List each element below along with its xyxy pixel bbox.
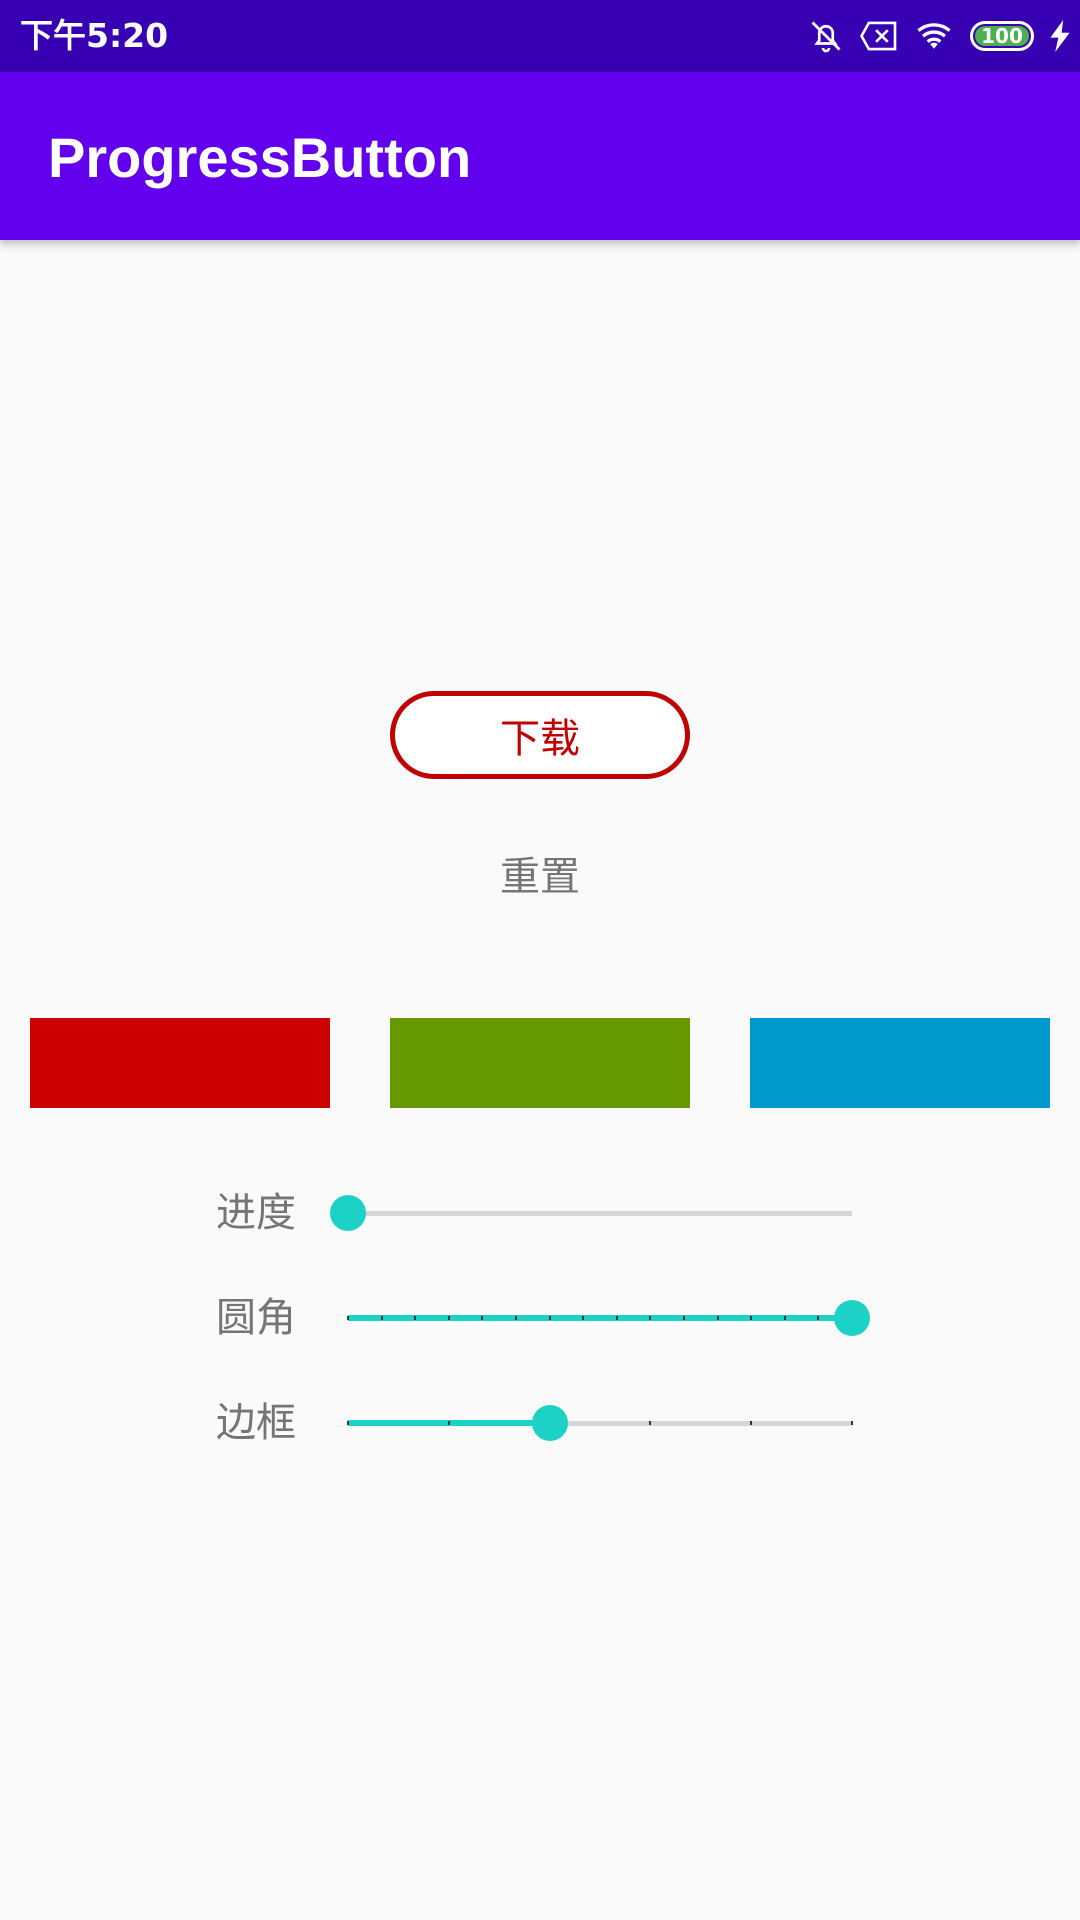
reset-button[interactable]: 重置 xyxy=(440,835,640,911)
slider-tick xyxy=(615,1316,618,1320)
slider-tick xyxy=(582,1316,585,1320)
battery-level: 100 xyxy=(981,24,1023,48)
slider-tick xyxy=(783,1316,786,1320)
corner-radius-slider[interactable] xyxy=(347,1288,870,1348)
slider-tick xyxy=(347,1316,349,1320)
slider-tick xyxy=(716,1316,719,1320)
status-time: 下午5:20 xyxy=(20,16,169,55)
slider-tick xyxy=(481,1316,484,1320)
slider-thumb[interactable] xyxy=(330,1195,366,1231)
slider-tick xyxy=(447,1421,450,1425)
slider-tick xyxy=(750,1316,753,1320)
slider-tick xyxy=(548,1316,551,1320)
slider-tick xyxy=(515,1316,517,1320)
slider-tick xyxy=(649,1316,652,1320)
slider-tick xyxy=(683,1316,685,1320)
notifications-off-icon xyxy=(808,18,844,54)
slider-tick xyxy=(750,1421,753,1425)
download-progress-button[interactable]: 下载 xyxy=(390,691,690,779)
slider-tick xyxy=(817,1316,820,1320)
progress-slider[interactable] xyxy=(330,1183,852,1243)
slider-tick xyxy=(414,1316,417,1320)
app-bar: ProgressButton xyxy=(0,72,1080,240)
slider-thumb[interactable] xyxy=(531,1405,568,1441)
battery-icon: 100 xyxy=(970,21,1034,51)
app-title: ProgressButton xyxy=(48,126,472,189)
slider-thumb[interactable] xyxy=(834,1300,870,1336)
status-icons: 100 xyxy=(808,0,1070,72)
slider-fill xyxy=(348,1315,852,1321)
wifi-icon xyxy=(914,20,954,52)
slider-tick xyxy=(851,1421,853,1425)
border-label: 边框 xyxy=(216,1400,296,1446)
slider-tick xyxy=(347,1421,349,1425)
border-slider[interactable] xyxy=(347,1393,853,1453)
slider-tick xyxy=(447,1316,450,1320)
corner-radius-label: 圆角 xyxy=(216,1295,296,1341)
slider-track xyxy=(348,1211,852,1216)
status-bar: 下午5:20 100 xyxy=(0,0,1080,72)
slider-tick xyxy=(649,1421,652,1425)
charging-bolt-icon xyxy=(1050,20,1070,52)
red-color-swatch[interactable] xyxy=(30,1018,330,1108)
blue-color-swatch[interactable] xyxy=(750,1018,1050,1108)
slider-tick xyxy=(380,1316,383,1320)
sim-error-icon xyxy=(860,20,898,52)
green-color-swatch[interactable] xyxy=(390,1018,690,1108)
progress-label: 进度 xyxy=(216,1190,296,1236)
